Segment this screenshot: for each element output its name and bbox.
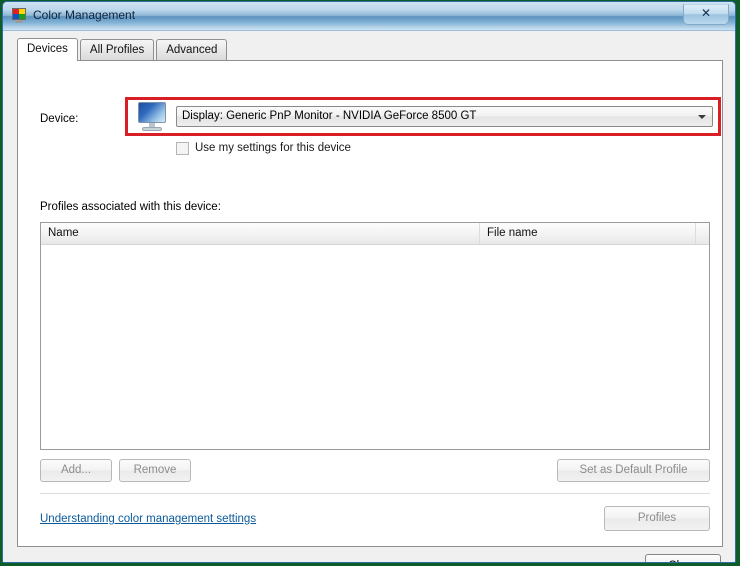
tab-strip: Devices All Profiles Advanced [17, 38, 229, 61]
set-as-default-profile-button[interactable]: Set as Default Profile [557, 459, 710, 482]
profiles-list-caption: Profiles associated with this device: [40, 201, 221, 213]
tab-all-profiles-label: All Profiles [89, 44, 145, 56]
use-my-settings-label: Use my settings for this device [195, 142, 351, 154]
device-dropdown-value: Display: Generic PnP Monitor - NVIDIA Ge… [182, 110, 477, 122]
column-header-file-name[interactable]: File name [480, 223, 696, 244]
remove-button-label: Remove [133, 464, 177, 476]
color-swatch-stand [15, 20, 23, 23]
close-button[interactable]: Close [645, 554, 721, 562]
use-my-settings-checkbox[interactable] [176, 142, 189, 155]
profiles-list-header: Name File name [41, 223, 709, 245]
column-header-spacer[interactable] [696, 223, 709, 244]
tab-devices-label: Devices [27, 43, 68, 55]
profiles-button[interactable]: Profiles [604, 506, 710, 531]
profiles-listview[interactable]: Name File name [40, 222, 710, 450]
titlebar-close-button[interactable]: ✕ [683, 4, 729, 25]
color-swatch-icon [11, 8, 27, 24]
profiles-button-label: Profiles [637, 512, 677, 524]
set-as-default-profile-button-label: Set as Default Profile [579, 464, 688, 476]
window-title: Color Management [33, 8, 136, 22]
dialog-footer: Close [3, 547, 735, 562]
close-button-label: Close [668, 560, 697, 562]
tab-devices[interactable]: Devices [17, 38, 78, 61]
monitor-screen [138, 102, 166, 123]
title-bar: Color Management ✕ [3, 2, 735, 31]
close-icon: ✕ [700, 6, 712, 20]
add-button-label: Add... [60, 464, 92, 476]
tab-advanced-label: Advanced [166, 44, 218, 56]
devices-tab-panel: Device: Display: Generic PnP Monitor - N… [17, 60, 723, 547]
device-label: Device: [40, 113, 79, 125]
color-swatch-glyph [12, 8, 26, 20]
client-area: Devices All Profiles Advanced Device: Di… [3, 31, 735, 562]
chevron-down-icon [698, 115, 706, 119]
color-management-window: Color Management ✕ Devices All Profiles … [2, 1, 736, 563]
add-button[interactable]: Add... [40, 459, 112, 482]
profiles-list-body[interactable] [41, 245, 709, 449]
tab-advanced[interactable]: Advanced [156, 39, 228, 60]
monitor-foot [142, 127, 162, 131]
remove-button[interactable]: Remove [119, 459, 191, 482]
understanding-color-management-link[interactable]: Understanding color management settings [40, 513, 256, 525]
monitor-icon [136, 102, 168, 131]
tab-all-profiles[interactable]: All Profiles [79, 39, 155, 60]
device-dropdown[interactable]: Display: Generic PnP Monitor - NVIDIA Ge… [176, 106, 713, 127]
column-header-name[interactable]: Name [41, 223, 480, 244]
section-divider [40, 493, 710, 494]
